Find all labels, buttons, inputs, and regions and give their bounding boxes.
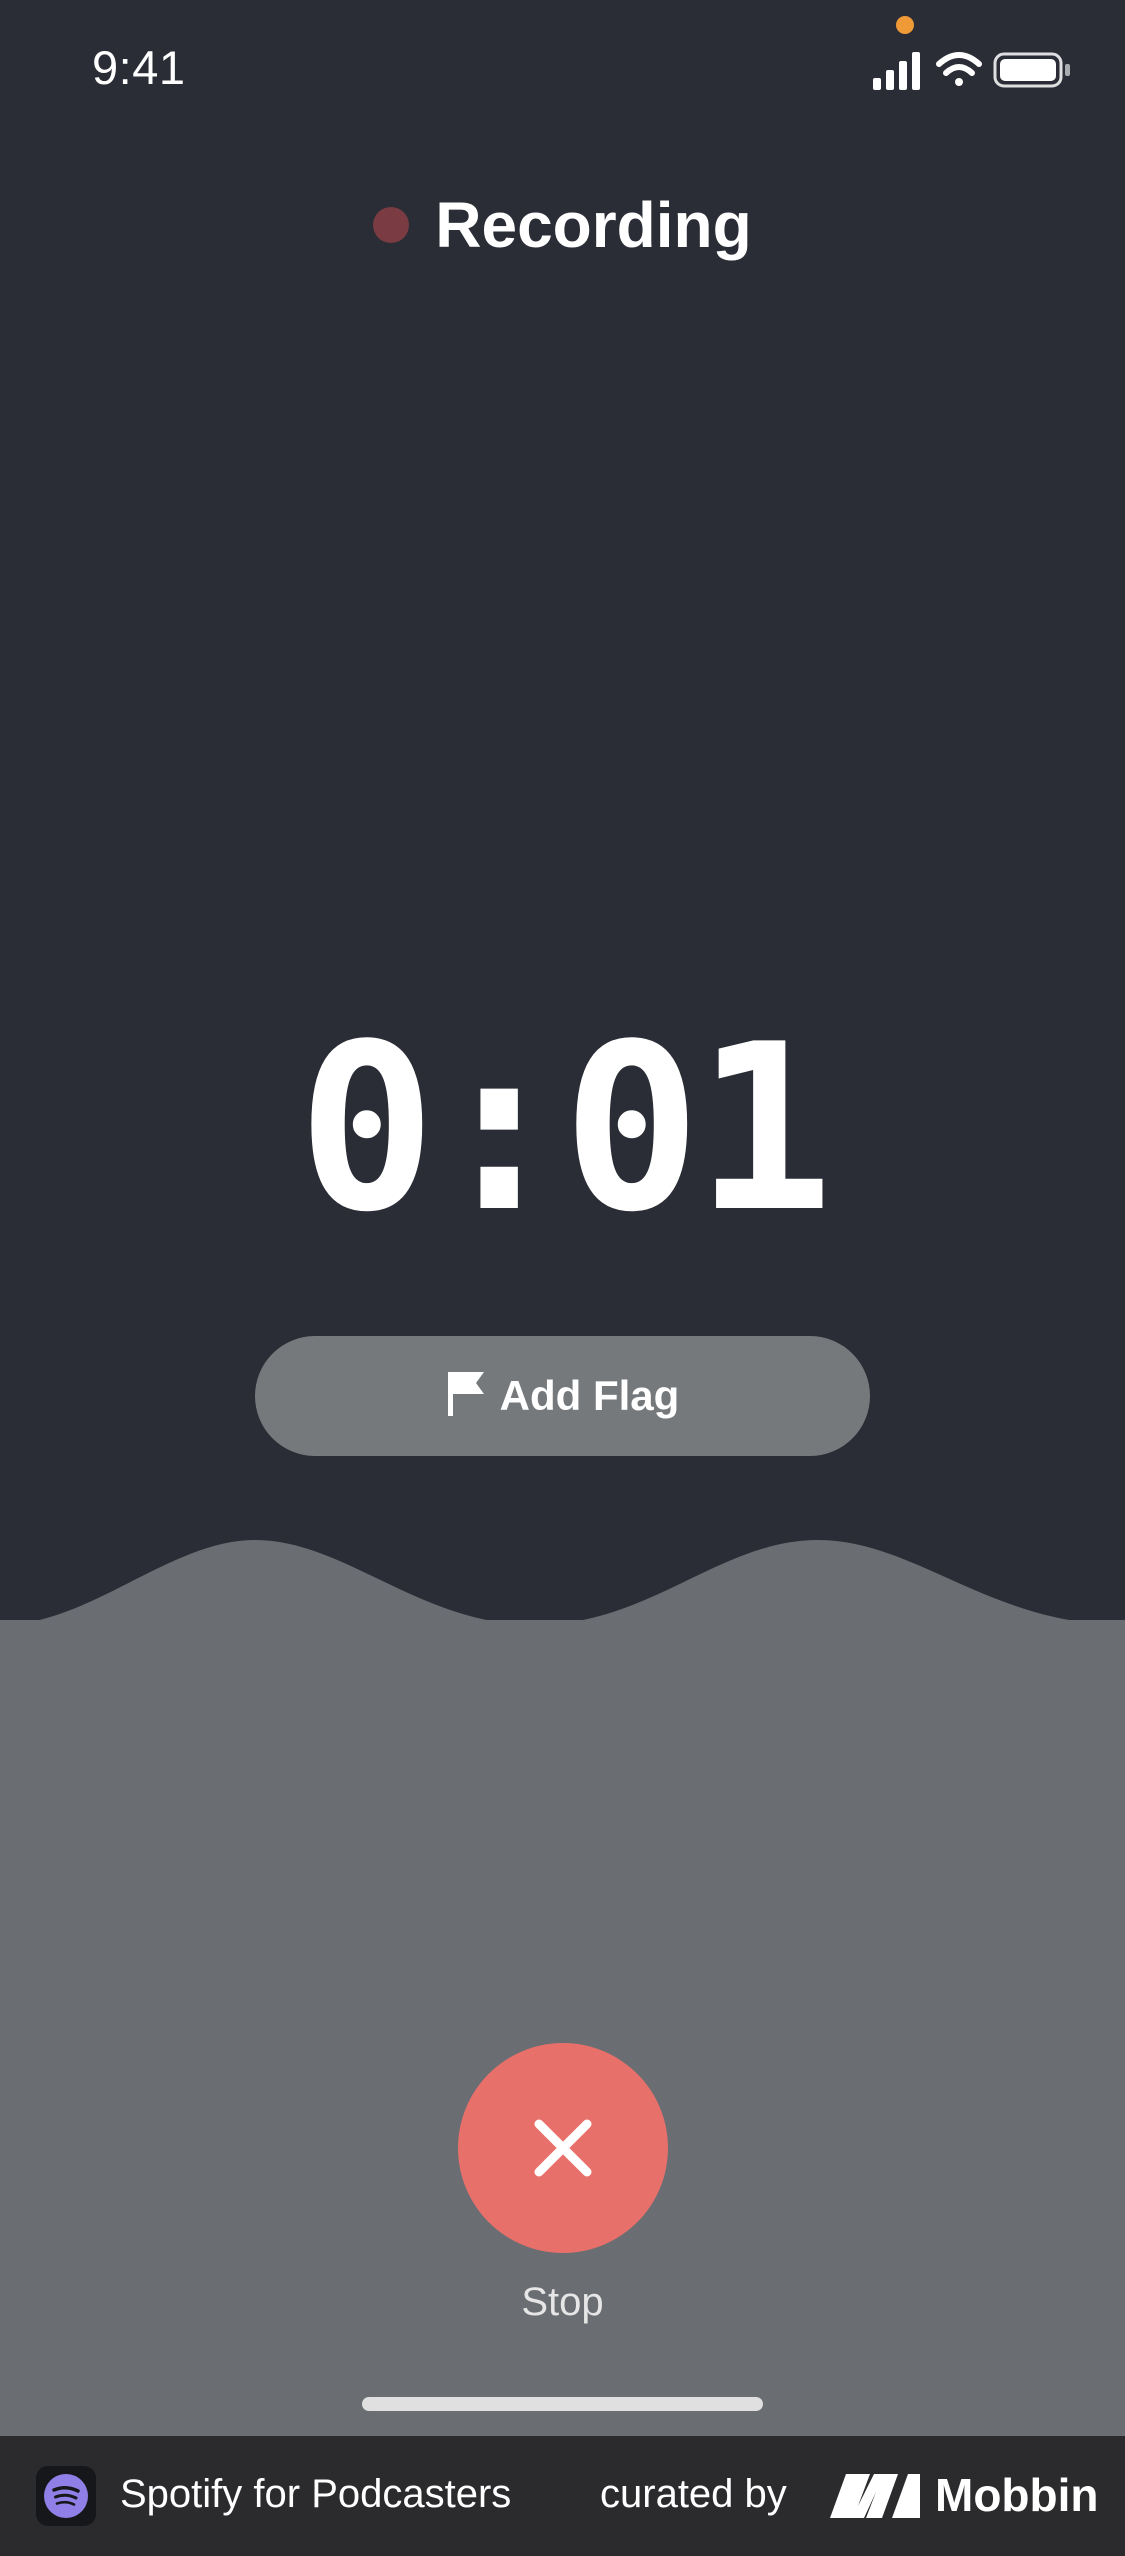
recording-timer: 0:01 (297, 996, 834, 1263)
recording-dot-icon (373, 207, 410, 243)
app-name: Spotify for Podcasters (120, 2472, 512, 2516)
status-time: 9:41 (92, 41, 186, 94)
spotify-podcasters-logo (36, 2466, 96, 2526)
wifi-icon (936, 52, 982, 86)
stop-label: Stop (521, 2280, 604, 2324)
recording-title: Recording (435, 189, 752, 261)
mic-indicator-icon (896, 16, 914, 34)
mobbin-brand: Mobbin (935, 2469, 1099, 2521)
close-icon (534, 2119, 592, 2177)
status-icons (873, 52, 1070, 90)
flag-icon (447, 1372, 484, 1416)
add-flag-button[interactable]: Add Flag (255, 1336, 870, 1456)
status-bar: 9:41 (0, 0, 1125, 140)
curated-by-label: curated by (600, 2472, 787, 2516)
home-indicator[interactable] (362, 2397, 763, 2411)
battery-icon (993, 52, 1070, 88)
add-flag-label: Add Flag (499, 1372, 680, 1419)
stop-button[interactable] (458, 2043, 668, 2253)
spotify-icon (44, 2474, 88, 2518)
recording-screen: 9:41 Recording 0:01 Add Flag Stop Spotif… (0, 0, 1125, 2556)
footer-bar: Spotify for Podcasters curated by Mobbin (0, 2436, 1125, 2556)
mobbin-logo-icon (830, 2474, 920, 2518)
signal-icon (873, 52, 920, 90)
recording-header: Recording (0, 185, 1125, 265)
wave-divider (0, 1540, 1125, 1630)
